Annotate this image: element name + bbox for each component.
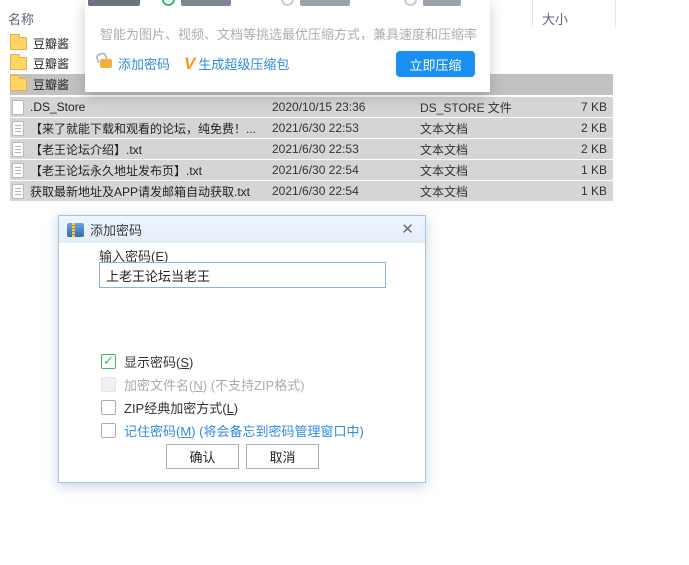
file-type: DS_STORE 文件 [420,99,512,116]
encrypt-filename-checkbox-row: 加密文件名(N) (不支持ZIP格式) [101,375,305,393]
archive-app-icon [67,223,84,237]
password-input[interactable] [99,262,386,288]
radio-label-clipped [181,0,231,6]
checkbox-label: 加密文件名(N) (不支持ZIP格式) [124,375,305,394]
column-divider [532,0,533,27]
explorer-window: 名称 大小 豆瓣酱 豆瓣酱 豆瓣酱 .DS_Store 2020/10/15 2… [0,0,689,565]
add-password-dialog: 添加密码 ✕ 输入密码(E) 显示密码(S) 加密文件名(N) (不支持ZIP格… [58,215,426,483]
list-item-file[interactable]: .DS_Store 2020/10/15 23:36 DS_STORE 文件 7… [10,97,613,117]
file-size: 1 KB [530,163,607,177]
compress-now-button[interactable]: 立即压缩 [396,51,475,77]
file-date: 2021/6/30 22:53 [272,121,359,135]
column-divider [615,0,616,27]
file-name: 获取最新地址及APP请发邮箱自动获取.txt [30,183,250,200]
text-file-icon [12,142,24,157]
radio-option[interactable] [404,0,417,6]
zip-classic-encryption-checkbox-row[interactable]: ZIP经典加密方式(L) [101,398,238,416]
checkbox-label: 显示密码(S) [124,352,193,371]
text-file-icon [12,121,24,136]
checkbox-checked-icon[interactable] [101,354,116,369]
file-name: 【老王论坛介绍】.txt [30,141,142,158]
file-size: 1 KB [530,184,607,198]
close-icon[interactable]: ✕ [400,222,415,237]
file-name: .DS_Store [30,100,85,114]
checkbox-label: 记住密码(M) (将会备忘到密码管理窗口中) [124,421,364,440]
file-type: 文本文档 [420,183,468,200]
remember-password-checkbox-row[interactable]: 记住密码(M) (将会备忘到密码管理窗口中) [101,421,364,439]
file-date: 2021/6/30 22:54 [272,163,359,177]
radio-option-selected[interactable] [162,0,175,6]
v-logo-icon: V [184,55,195,72]
text-file-icon [12,163,24,178]
file-icon [12,100,24,115]
text-file-icon [12,184,24,199]
show-password-checkbox-row[interactable]: 显示密码(S) [101,352,193,370]
radio-option[interactable] [281,0,294,6]
file-type: 文本文档 [420,141,468,158]
dialog-title: 添加密码 [90,220,142,239]
folder-icon [10,57,27,70]
checkbox-icon[interactable] [101,423,116,438]
file-size: 2 KB [530,142,607,156]
quick-compress-panel: 智能为图片、视频、文档等挑选最优压缩方式，兼具速度和压缩率 添加密码 V 生成超… [85,0,490,92]
file-date: 2021/6/30 22:54 [272,184,359,198]
list-item-file[interactable]: 获取最新地址及APP请发邮箱自动获取.txt 2021/6/30 22:54 文… [10,181,613,201]
compress-config-row-clipped [88,0,461,8]
file-name: 豆瓣酱 [33,76,69,93]
file-name: 【老王论坛永久地址发布页】.txt [30,162,202,179]
lock-icon [100,59,112,68]
checkbox-icon[interactable] [101,400,116,415]
confirm-button[interactable]: 确认 [166,444,239,469]
dialog-titlebar[interactable]: 添加密码 [59,216,425,243]
file-type: 文本文档 [420,120,468,137]
checkbox-disabled-icon [101,377,116,392]
file-date: 2021/6/30 22:53 [272,142,359,156]
radio-label-clipped [423,0,461,6]
column-header-name[interactable]: 名称 [8,9,34,28]
file-date: 2020/10/15 23:36 [272,100,365,114]
checkbox-label: ZIP经典加密方式(L) [124,398,238,417]
radio-label-clipped [300,0,350,6]
column-header-size[interactable]: 大小 [542,9,568,28]
list-item-file[interactable]: 【来了就能下载和观看的论坛，纯免费！... 2021/6/30 22:53 文本… [10,118,613,138]
file-name: 豆瓣酱 [33,35,69,52]
cancel-button[interactable]: 取消 [246,444,319,469]
file-type: 文本文档 [420,162,468,179]
add-password-link[interactable]: 添加密码 [118,54,170,73]
folder-icon [10,78,27,91]
folder-icon [10,37,27,50]
file-name: 【来了就能下载和观看的论坛，纯免费！... [30,120,256,137]
file-name: 豆瓣酱 [33,55,69,72]
compress-mode-description: 智能为图片、视频、文档等挑选最优压缩方式，兼具速度和压缩率 [100,24,477,43]
file-size: 2 KB [530,121,607,135]
list-item-file[interactable]: 【老王论坛永久地址发布页】.txt 2021/6/30 22:54 文本文档 1… [10,160,613,180]
list-item-file[interactable]: 【老王论坛介绍】.txt 2021/6/30 22:53 文本文档 2 KB [10,139,613,159]
super-archive-link[interactable]: 生成超级压缩包 [198,54,289,73]
config-label-clipped [88,0,140,6]
file-size: 7 KB [530,100,607,114]
panel-links-row: 添加密码 V 生成超级压缩包 [100,54,289,73]
